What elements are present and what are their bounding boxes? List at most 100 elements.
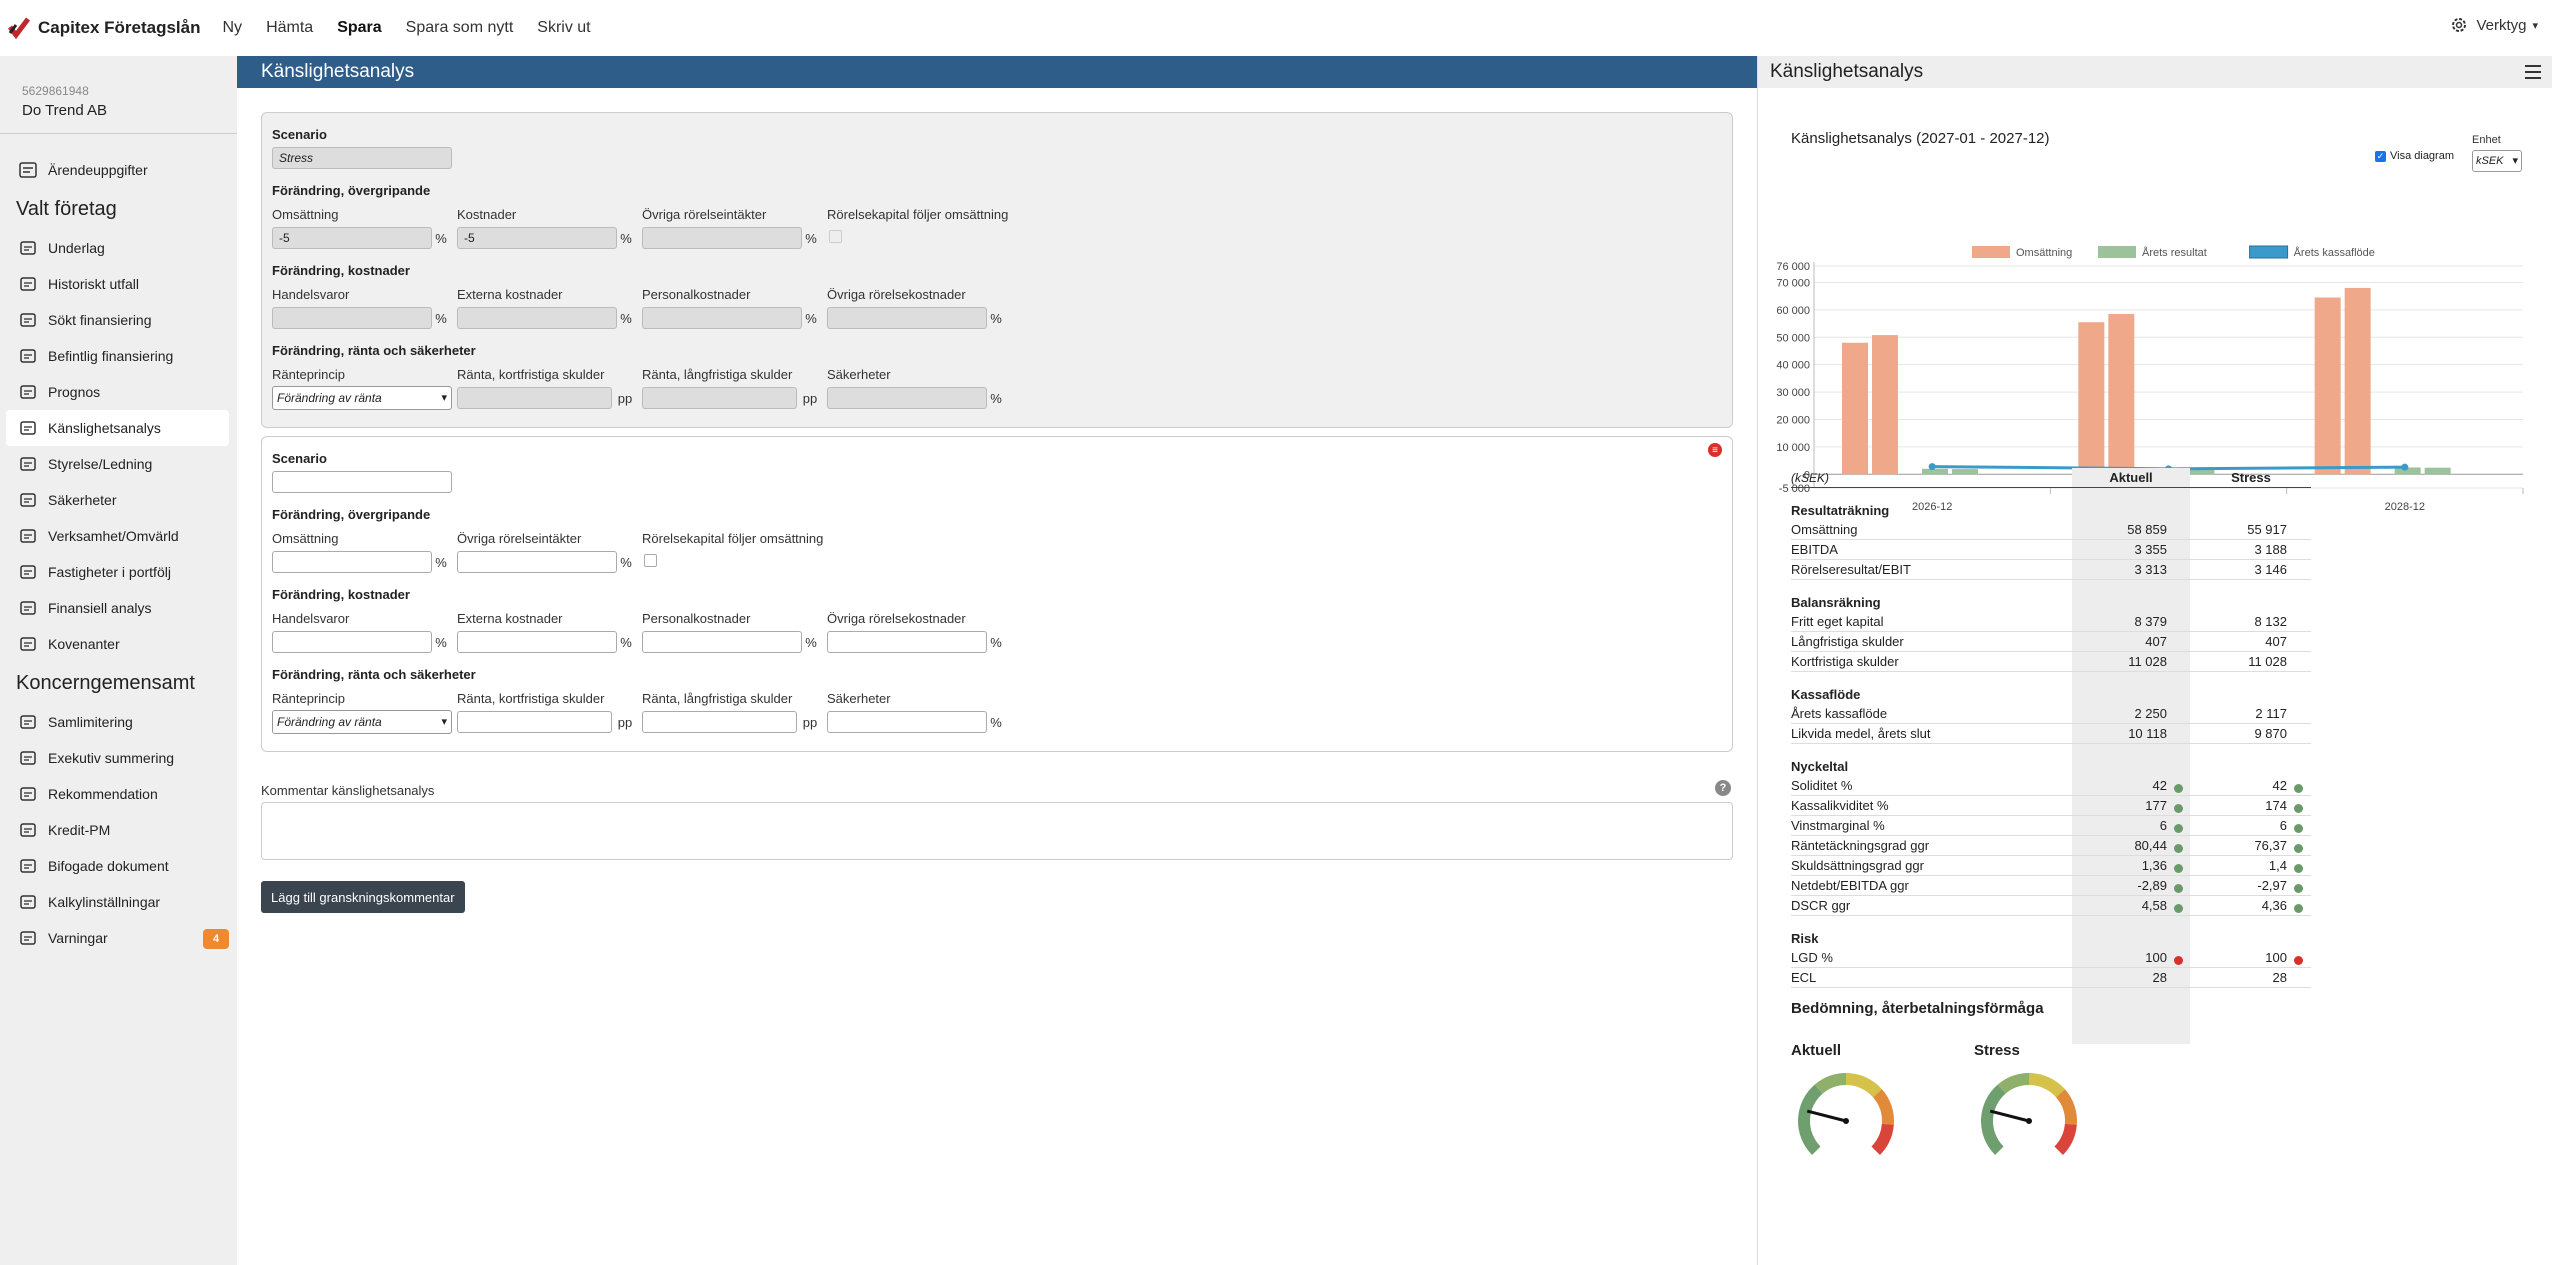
externa-input[interactable]: [457, 307, 617, 329]
delete-scenario-icon[interactable]: ≡: [1708, 443, 1722, 457]
sidebar-item-prognos[interactable]: Prognos: [0, 374, 237, 410]
status-dot-icon: [2174, 784, 2183, 793]
table-row: Vinstmarginal % 6 6: [1791, 816, 2311, 836]
ovriga-kostnader-label: Övriga rörelsekostnader: [827, 611, 966, 626]
rorelsekapital-checkbox[interactable]: [644, 554, 657, 567]
rorelsekapital-checkbox[interactable]: [829, 230, 842, 243]
sidebar-item-exekutiv-summering[interactable]: Exekutiv summering: [0, 740, 237, 776]
unit-pct: %: [990, 634, 1002, 650]
value-text: 2 117: [2255, 706, 2287, 721]
nav-ny[interactable]: Ny: [223, 19, 243, 37]
line-point[interactable]: [2401, 463, 2409, 471]
scenario-name-input[interactable]: Stress: [272, 147, 452, 169]
comment-textarea[interactable]: [261, 802, 1733, 860]
sidebar-item-befintlig-finansiering[interactable]: Befintlig finansiering: [0, 338, 237, 374]
kostnader-input[interactable]: -5: [457, 227, 617, 249]
bar-omsattning-stress[interactable]: [1872, 335, 1898, 475]
gauge-needle: [1806, 1109, 1847, 1123]
legend-item[interactable]: Årets resultat: [2098, 246, 2207, 259]
rl-input[interactable]: [642, 387, 797, 409]
unit-pct: %: [435, 634, 447, 650]
sidebar-item-bifogade-dokument[interactable]: Bifogade dokument: [0, 848, 237, 884]
sakerheter-input[interactable]: [827, 387, 987, 409]
show-chart-label: Visa diagram: [2390, 150, 2454, 162]
sidebar-item-kredit-pm[interactable]: Kredit-PM: [0, 812, 237, 848]
omsattning-input[interactable]: -5: [272, 227, 432, 249]
rate-heading: Förändring, ränta och säkerheter: [272, 667, 476, 682]
sidebar-item-verksamhet-omvärld[interactable]: Verksamhet/Omvärld: [0, 518, 237, 554]
sidebar-item-samlimitering[interactable]: Samlimitering: [0, 704, 237, 740]
unit-pct: %: [990, 390, 1002, 406]
bar-omsattning-stress[interactable]: [2108, 313, 2135, 475]
row-label: Årets kassaflöde: [1791, 706, 1888, 721]
stress-value: 3 188: [2191, 542, 2311, 557]
bar-omsattning[interactable]: [2078, 322, 2105, 475]
omsattning-input[interactable]: [272, 551, 432, 573]
rk-input[interactable]: [457, 711, 612, 733]
sidebar-item-finansiell-analys[interactable]: Finansiell analys: [0, 590, 237, 626]
sidebar-item-styrelse-ledning[interactable]: Styrelse/Ledning: [0, 446, 237, 482]
nav-skriv-ut[interactable]: Skriv ut: [537, 19, 590, 37]
sidebar-item-historiskt-utfall[interactable]: Historiskt utfall: [0, 266, 237, 302]
scenario-label: Scenario: [272, 127, 327, 142]
sidebar-item-säkerheter[interactable]: Säkerheter: [0, 482, 237, 518]
nav-spara-som-nytt[interactable]: Spara som nytt: [406, 19, 514, 37]
ranteprincip-select[interactable]: Förändring av ränta ▾: [272, 386, 452, 410]
sidebar-item-arendeuppgifter[interactable]: Ärendeuppgifter: [0, 152, 237, 188]
bar-omsattning[interactable]: [1842, 342, 1868, 475]
sidebar-item-kalkylinställningar[interactable]: Kalkylinställningar: [0, 884, 237, 920]
add-review-comment-button[interactable]: Lägg till granskningskommentar: [261, 881, 465, 913]
ovriga-kostnader-input[interactable]: [827, 631, 987, 653]
ranteprincip-select[interactable]: Förändring av ränta ▾: [272, 710, 452, 734]
sensitivity-icon: [18, 418, 38, 438]
legend-label: Årets kassaflöde: [2294, 246, 2375, 259]
house-icon: [18, 562, 38, 582]
rk-input[interactable]: [457, 387, 612, 409]
brand[interactable]: Capitex Företagslån: [8, 17, 201, 39]
bar-omsattning[interactable]: [2314, 297, 2341, 475]
help-icon[interactable]: ?: [1715, 780, 1731, 796]
show-chart-toggle[interactable]: ✓ Visa diagram: [2375, 150, 2454, 162]
value-text: 100: [2145, 950, 2167, 965]
ovriga-kostnader-input[interactable]: [827, 307, 987, 329]
legend-item[interactable]: Omsättning: [1972, 246, 2072, 259]
chart-icon: [18, 274, 38, 294]
externa-input[interactable]: [457, 631, 617, 653]
sidebar-item-känslighetsanalys[interactable]: Känslighetsanalys: [6, 410, 229, 446]
table-row: Omsättning 58 859 55 917: [1791, 520, 2311, 540]
handelsvaror-input[interactable]: [272, 631, 432, 653]
personal-input[interactable]: [642, 631, 802, 653]
value-text: 407: [2265, 634, 2287, 649]
nav-spara[interactable]: Spara: [337, 19, 381, 37]
ovriga-intakter-input[interactable]: [457, 551, 617, 573]
page-title: Känslighetsanalys: [237, 56, 1757, 88]
tools-menu[interactable]: Verktyg ▾: [2450, 16, 2538, 34]
sidebar-item-fastigheter-i-portfölj[interactable]: Fastigheter i portfölj: [0, 554, 237, 590]
handelsvaror-label: Handelsvaror: [272, 611, 350, 626]
unit-pp: pp: [802, 714, 818, 730]
ovriga-intakter-input[interactable]: [642, 227, 802, 249]
comment-label: Kommentar känslighetsanalys: [261, 783, 435, 798]
board-icon: [18, 454, 38, 474]
sidebar-item-rekommendation[interactable]: Rekommendation: [0, 776, 237, 812]
unit-select[interactable]: kSEK ▾: [2472, 150, 2522, 172]
sidebar-item-kovenanter[interactable]: Kovenanter: [0, 626, 237, 662]
stress-value: 407: [2191, 634, 2311, 649]
scenario-name-input[interactable]: [272, 471, 452, 493]
sidebar-item-sökt-finansiering[interactable]: Sökt finansiering: [0, 302, 237, 338]
stress-value: 8 132: [2191, 614, 2311, 629]
personal-input[interactable]: [642, 307, 802, 329]
bar-arets-resultat-stress[interactable]: [2424, 467, 2451, 475]
nav-hamta[interactable]: Hämta: [266, 19, 313, 37]
sidebar-item-varningar[interactable]: Varningar 4: [0, 920, 237, 956]
rl-input[interactable]: [642, 711, 797, 733]
hamburger-icon[interactable]: [2524, 64, 2542, 80]
unit-pct: %: [990, 310, 1002, 326]
handelsvaror-input[interactable]: [272, 307, 432, 329]
bar-omsattning-stress[interactable]: [2344, 287, 2371, 475]
sakerheter-input[interactable]: [827, 711, 987, 733]
sidebar-item-underlag[interactable]: Underlag: [0, 230, 237, 266]
unit-label: Enhet: [2472, 134, 2501, 146]
legend-item[interactable]: Årets kassaflöde: [2249, 245, 2375, 259]
sidebar: 5629861948 Do Trend AB Ärendeuppgifter V…: [0, 56, 237, 1265]
